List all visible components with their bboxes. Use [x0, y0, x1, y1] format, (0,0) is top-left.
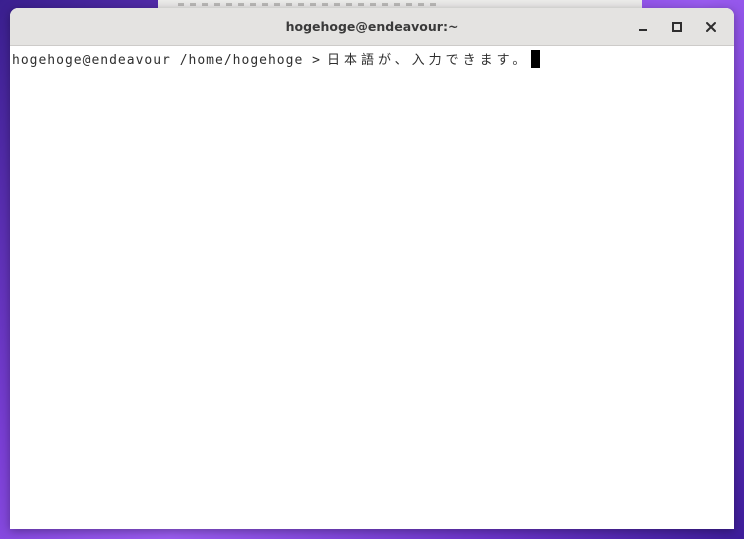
- close-icon: [706, 21, 716, 32]
- terminal-window[interactable]: hogehoge@endeavour:~ hogehoge@endeavour …: [10, 8, 734, 529]
- window-controls: [626, 8, 728, 45]
- minimize-icon: [639, 28, 647, 31]
- background-window-decoration: [178, 3, 438, 6]
- minimize-button[interactable]: [626, 12, 660, 42]
- command-input: 日本語が、入力できます。: [326, 53, 530, 68]
- shell-prompt: hogehoge@endeavour /home/hogehoge >: [12, 53, 321, 68]
- maximize-icon: [672, 21, 682, 32]
- close-button[interactable]: [694, 12, 728, 42]
- window-title: hogehoge@endeavour:~: [285, 19, 459, 34]
- terminal-area[interactable]: hogehoge@endeavour /home/hogehoge > 日本語が、…: [10, 46, 734, 75]
- text-cursor: [531, 50, 541, 68]
- maximize-button[interactable]: [660, 12, 694, 42]
- titlebar[interactable]: hogehoge@endeavour:~: [10, 8, 734, 46]
